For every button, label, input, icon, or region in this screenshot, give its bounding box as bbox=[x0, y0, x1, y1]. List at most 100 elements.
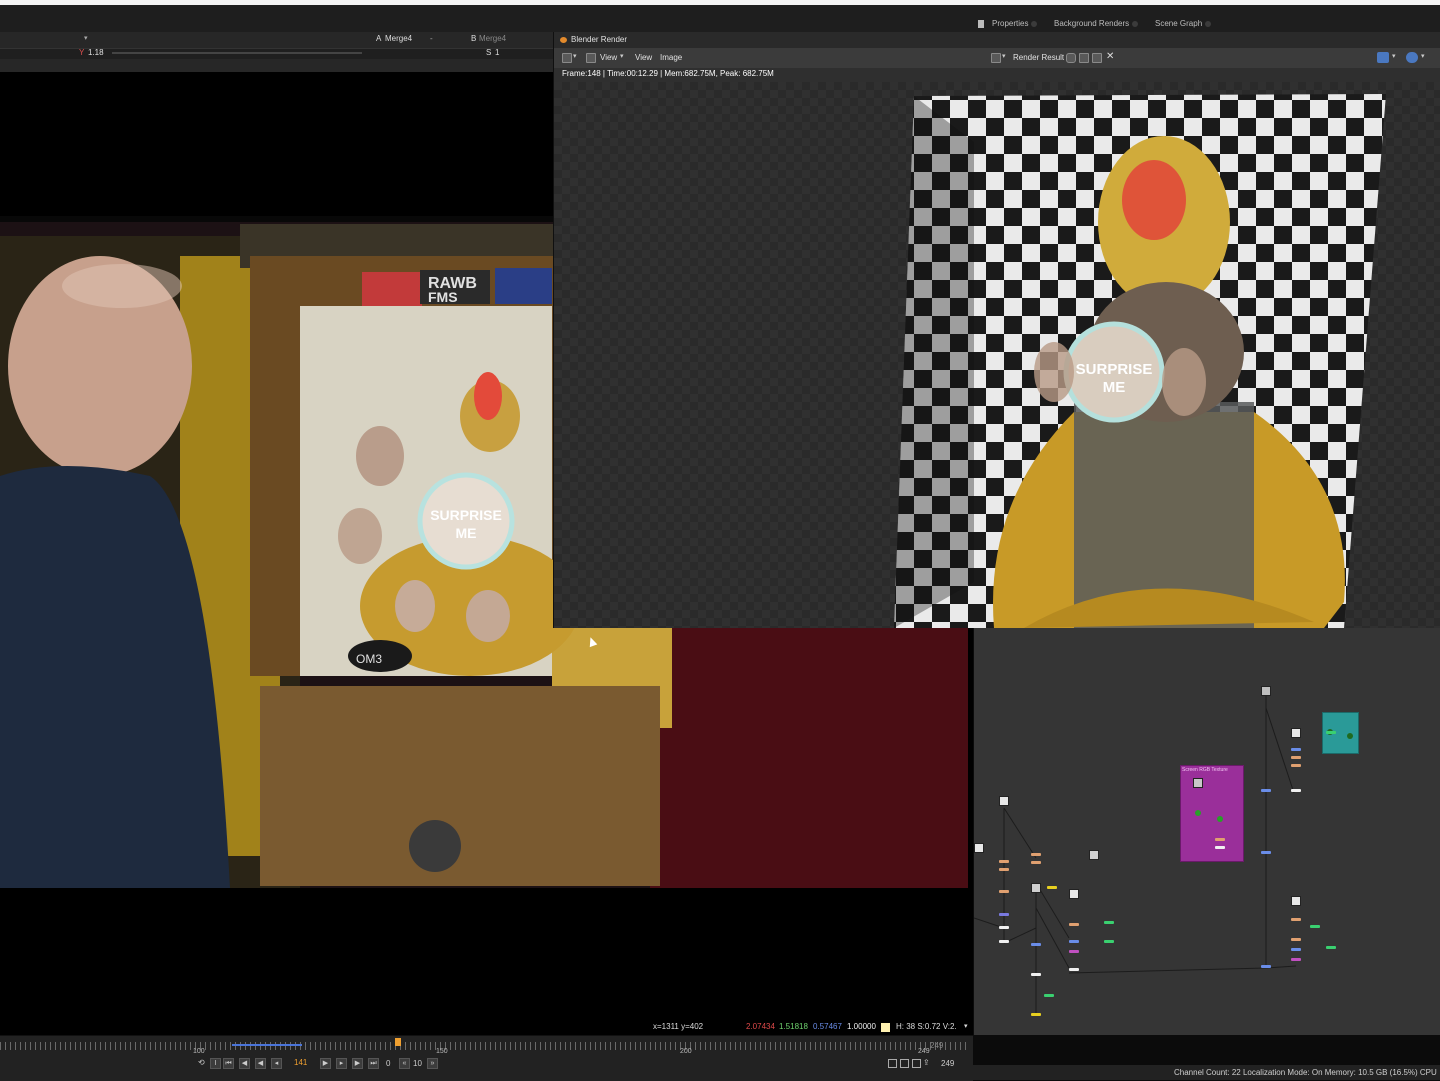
node-pill[interactable] bbox=[1069, 950, 1079, 953]
step-back-icon[interactable]: ◂ bbox=[271, 1058, 282, 1069]
node-pill[interactable] bbox=[1069, 940, 1079, 943]
node-pill[interactable] bbox=[1291, 958, 1301, 961]
node-pill[interactable] bbox=[1104, 921, 1114, 924]
duplicate-icon[interactable] bbox=[1079, 53, 1089, 63]
input-b-dropdown[interactable]: Merge4 bbox=[479, 34, 506, 43]
node-pill[interactable] bbox=[1291, 918, 1301, 921]
close-icon[interactable]: ✕ bbox=[1106, 51, 1114, 62]
image-browse-icon[interactable] bbox=[991, 53, 1001, 63]
close-icon[interactable] bbox=[1031, 20, 1038, 27]
node-pill[interactable] bbox=[999, 926, 1009, 929]
skip-start-icon[interactable]: ⏮ bbox=[223, 1058, 234, 1069]
node-pill[interactable] bbox=[1031, 1013, 1041, 1016]
read-node[interactable] bbox=[1193, 778, 1203, 788]
node-pill[interactable] bbox=[1291, 948, 1301, 951]
read-node[interactable] bbox=[1031, 883, 1041, 893]
play-forward-icon[interactable]: ▶ bbox=[320, 1058, 331, 1069]
image-icon[interactable] bbox=[586, 53, 596, 63]
step-forward-icon[interactable]: ▸ bbox=[336, 1058, 347, 1069]
pane-menu-icon[interactable] bbox=[978, 20, 984, 28]
playhead-marker[interactable] bbox=[395, 1038, 401, 1046]
node-pill[interactable] bbox=[1031, 853, 1041, 856]
node-pill[interactable] bbox=[1031, 973, 1041, 976]
prev-keyframe-icon[interactable]: ◀ bbox=[239, 1058, 250, 1069]
read-node[interactable] bbox=[1069, 889, 1079, 899]
node-pill[interactable] bbox=[1291, 789, 1301, 792]
read-node[interactable] bbox=[1261, 686, 1271, 696]
read-node[interactable] bbox=[1291, 728, 1301, 738]
tab-background-renders[interactable]: Background Renders bbox=[1050, 17, 1142, 31]
read-node[interactable] bbox=[1291, 896, 1301, 906]
chevron-down-icon[interactable]: ▾ bbox=[964, 1020, 968, 1034]
folder-icon[interactable] bbox=[1092, 53, 1102, 63]
in-out-field[interactable]: 249 bbox=[930, 1041, 943, 1050]
read-node[interactable] bbox=[999, 796, 1009, 806]
node-pill[interactable] bbox=[1069, 968, 1079, 971]
skip-end-icon[interactable]: ⏭ bbox=[368, 1058, 379, 1069]
node-pill[interactable] bbox=[1326, 946, 1336, 949]
play-backward-icon[interactable]: ◀ bbox=[255, 1058, 266, 1069]
tab-properties[interactable]: Properties bbox=[988, 17, 1041, 31]
step-increment-field[interactable]: 10 bbox=[413, 1059, 422, 1068]
node-pill[interactable] bbox=[999, 940, 1009, 943]
chevron-down-icon: ▾ bbox=[1002, 53, 1006, 60]
image-name-field[interactable]: Render Result bbox=[1013, 52, 1064, 64]
node-pill[interactable] bbox=[999, 913, 1009, 916]
first-frame-button[interactable]: I bbox=[210, 1058, 221, 1069]
node-pill[interactable] bbox=[1069, 923, 1079, 926]
node-pill[interactable] bbox=[999, 860, 1009, 863]
step-forward-increment-icon[interactable]: » bbox=[427, 1058, 438, 1069]
editor-type-icon[interactable] bbox=[562, 53, 572, 63]
node-pill[interactable] bbox=[1291, 938, 1301, 941]
fake-user-shield-icon[interactable] bbox=[1066, 53, 1076, 63]
next-keyframe-icon[interactable]: ▶ bbox=[352, 1058, 363, 1069]
node-graph[interactable]: Screen RGB Texture bbox=[973, 628, 1440, 1035]
close-icon[interactable] bbox=[1205, 20, 1212, 27]
proxy-toggle-icon[interactable] bbox=[888, 1059, 897, 1068]
node-pill[interactable] bbox=[1044, 994, 1054, 997]
node-pill[interactable] bbox=[1261, 851, 1271, 854]
read-node[interactable] bbox=[974, 843, 984, 853]
node-pill[interactable] bbox=[999, 868, 1009, 871]
chevron-down-icon[interactable]: ▾ bbox=[573, 52, 577, 60]
frame-counter-field[interactable]: 0 bbox=[386, 1059, 390, 1068]
node-pill[interactable] bbox=[1291, 764, 1301, 767]
node-pill[interactable] bbox=[1104, 940, 1114, 943]
input-a-dropdown[interactable]: Merge4 bbox=[385, 34, 412, 43]
menu-view[interactable]: View bbox=[635, 52, 652, 64]
node-pill[interactable] bbox=[1261, 965, 1271, 968]
gain-slider[interactable] bbox=[112, 52, 362, 54]
node-pill[interactable] bbox=[1291, 756, 1301, 759]
menu-image[interactable]: Image bbox=[660, 52, 682, 64]
gizmo-toggle-icon[interactable] bbox=[1377, 52, 1389, 63]
node-pill[interactable] bbox=[1215, 846, 1225, 849]
overlay-toggle-icon[interactable] bbox=[1406, 52, 1418, 63]
s-value[interactable]: 1 bbox=[495, 48, 499, 57]
node-backdrop-purple[interactable]: Screen RGB Texture bbox=[1180, 765, 1244, 862]
timeline-ruler[interactable] bbox=[0, 1042, 968, 1050]
node-pill[interactable] bbox=[999, 890, 1009, 893]
gain-value[interactable]: 1.18 bbox=[88, 48, 104, 57]
node-pill[interactable] bbox=[1031, 943, 1041, 946]
step-back-increment-icon[interactable]: « bbox=[399, 1058, 410, 1069]
end-frame-field[interactable]: 249 bbox=[941, 1059, 954, 1068]
close-icon[interactable] bbox=[1132, 20, 1139, 27]
node-pill[interactable] bbox=[1261, 789, 1271, 792]
node-pill[interactable] bbox=[1031, 861, 1041, 864]
node-pill[interactable] bbox=[1291, 748, 1301, 751]
menu-view-dropdown[interactable]: View bbox=[600, 52, 617, 64]
read-node[interactable] bbox=[1089, 850, 1099, 860]
tab-scene-graph[interactable]: Scene Graph bbox=[1151, 17, 1215, 31]
render-result-canvas[interactable]: SURPRISE ME bbox=[554, 82, 1440, 628]
input-a-layer-dropdown[interactable]: - bbox=[430, 34, 433, 43]
dropdown-arrow-icon[interactable]: ▾ bbox=[84, 34, 88, 42]
node-pill[interactable] bbox=[1326, 731, 1336, 734]
lock-range-icon[interactable] bbox=[912, 1059, 921, 1068]
node-pill[interactable] bbox=[1047, 886, 1057, 889]
current-frame-field[interactable]: 141 bbox=[294, 1058, 307, 1067]
export-icon[interactable]: ⇪ bbox=[923, 1058, 930, 1067]
fps-toggle-icon[interactable] bbox=[900, 1059, 909, 1068]
node-pill[interactable] bbox=[1215, 838, 1225, 841]
node-pill[interactable] bbox=[1310, 925, 1320, 928]
loop-mode-icon[interactable]: ⟲ bbox=[198, 1058, 205, 1067]
